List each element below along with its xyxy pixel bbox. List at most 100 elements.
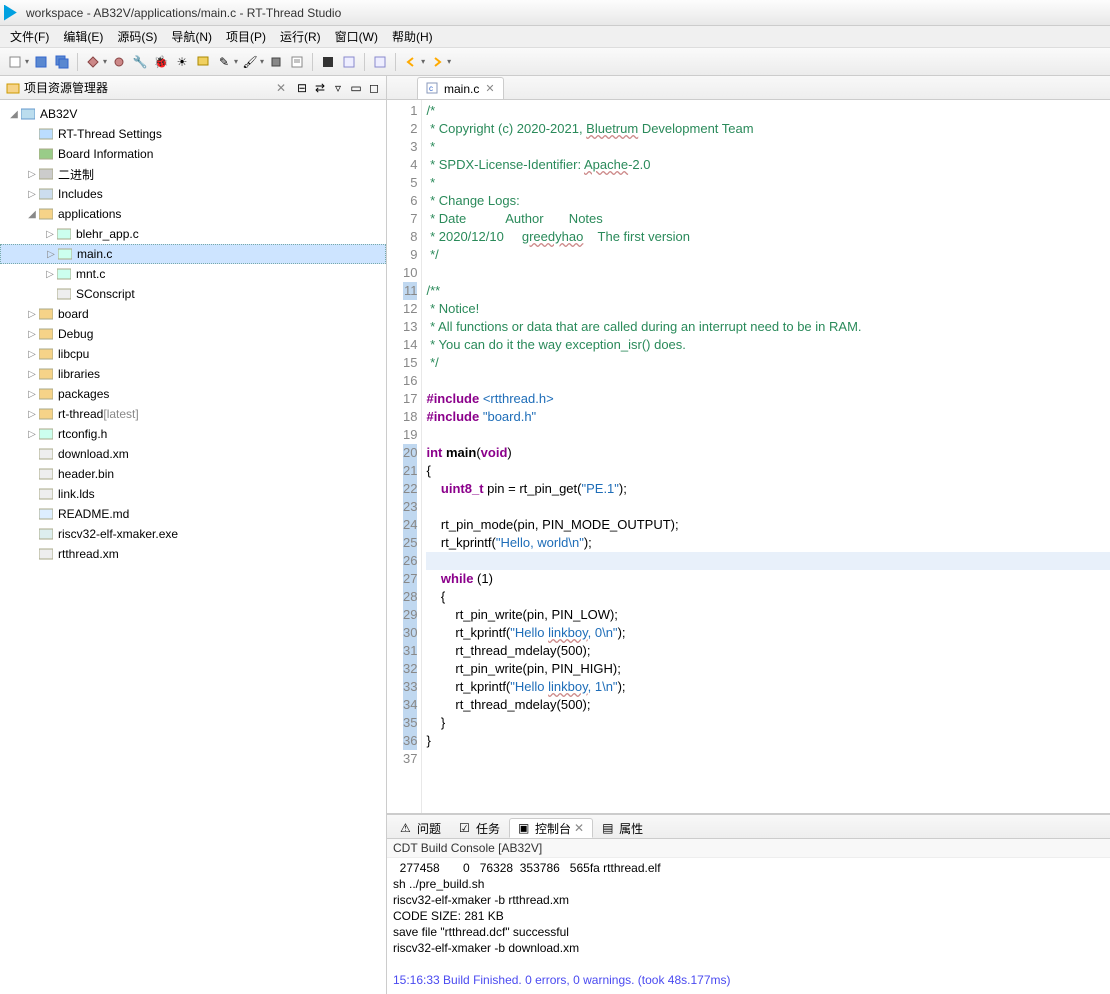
code-line-7[interactable]: * Date Author Notes [426, 210, 1110, 228]
code-line-17[interactable]: #include <rtthread.h> [426, 390, 1110, 408]
code-line-8[interactable]: * 2020/12/10 greedyhao The first version [426, 228, 1110, 246]
tree-item-mnt-c[interactable]: ▷mnt.c [0, 264, 386, 284]
tree-item-rtconfig-h[interactable]: ▷rtconfig.h [0, 424, 386, 444]
menu-0[interactable]: 文件(F) [4, 26, 55, 47]
tree-item-riscv32-elf-xmaker-exe[interactable]: riscv32-elf-xmaker.exe [0, 524, 386, 544]
chip-button[interactable] [267, 53, 285, 71]
tree-item-rt-thread[interactable]: ▷rt-thread [latest] [0, 404, 386, 424]
tree-item-packages[interactable]: ▷packages [0, 384, 386, 404]
collapse-all-icon[interactable]: ⊟ [294, 80, 310, 96]
tree-item--[interactable]: ▷二进制 [0, 164, 386, 184]
wrench-button[interactable]: 🔧 [131, 53, 149, 71]
debug-button[interactable]: 🐞 [152, 53, 170, 71]
link-editor-icon[interactable]: ⇄ [312, 80, 328, 96]
view-menu-icon[interactable]: ▿ [330, 80, 346, 96]
code-line-12[interactable]: * Notice! [426, 300, 1110, 318]
code-line-24[interactable]: rt_pin_mode(pin, PIN_MODE_OUTPUT); [426, 516, 1110, 534]
tree-item-readme-md[interactable]: README.md [0, 504, 386, 524]
config-button[interactable] [110, 53, 128, 71]
code-line-3[interactable]: * [426, 138, 1110, 156]
menu-4[interactable]: 项目(P) [220, 26, 272, 47]
code-line-14[interactable]: * You can do it the way exception_isr() … [426, 336, 1110, 354]
tree-item-debug[interactable]: ▷Debug [0, 324, 386, 344]
clean-button[interactable]: ✎ [215, 53, 233, 71]
close-icon[interactable]: ✕ [485, 82, 494, 95]
list-button[interactable] [288, 53, 306, 71]
tree-item-download-xm[interactable]: download.xm [0, 444, 386, 464]
code-line-10[interactable] [426, 264, 1110, 282]
forward-button[interactable] [428, 53, 446, 71]
code-body[interactable]: /* * Copyright (c) 2020-2021, Bluetrum D… [422, 100, 1110, 813]
tree-item-header-bin[interactable]: header.bin [0, 464, 386, 484]
code-line-1[interactable]: /* [426, 102, 1110, 120]
tree-item-link-lds[interactable]: link.lds [0, 484, 386, 504]
brush-button[interactable]: 🖌 [241, 53, 259, 71]
code-line-31[interactable]: rt_thread_mdelay(500); [426, 642, 1110, 660]
project-tree[interactable]: ◢AB32VRT-Thread SettingsBoard Informatio… [0, 100, 386, 994]
tree-item-rtthread-xm[interactable]: rtthread.xm [0, 544, 386, 564]
code-line-21[interactable]: { [426, 462, 1110, 480]
menu-1[interactable]: 编辑(E) [57, 26, 109, 47]
code-line-4[interactable]: * SPDX-License-Identifier: Apache-2.0 [426, 156, 1110, 174]
minimize-icon[interactable]: ▭ [348, 80, 364, 96]
code-line-28[interactable]: { [426, 588, 1110, 606]
code-line-36[interactable]: } [426, 732, 1110, 750]
bottom-tab-task[interactable]: ☑任务 [450, 818, 509, 838]
code-line-29[interactable]: rt_pin_write(pin, PIN_LOW); [426, 606, 1110, 624]
tab-main-c[interactable]: c main.c ✕ [417, 77, 504, 99]
tree-item-rt-thread-settings[interactable]: RT-Thread Settings [0, 124, 386, 144]
code-line-26[interactable] [426, 552, 1110, 570]
code-line-6[interactable]: * Change Logs: [426, 192, 1110, 210]
tree-root[interactable]: ◢AB32V [0, 104, 386, 124]
tree-item-board[interactable]: ▷board [0, 304, 386, 324]
bottom-tab-console[interactable]: ▣控制台 ✕ [509, 818, 593, 838]
console-output[interactable]: 277458 0 76328 353786 565fa rtthread.elf… [387, 858, 1110, 994]
tree-item-libcpu[interactable]: ▷libcpu [0, 344, 386, 364]
code-line-16[interactable] [426, 372, 1110, 390]
sun-button[interactable]: ☀ [173, 53, 191, 71]
bottom-tab-prop[interactable]: ▤属性 [593, 818, 652, 838]
code-line-25[interactable]: rt_kprintf("Hello, world\n"); [426, 534, 1110, 552]
save-button[interactable] [32, 53, 50, 71]
bottom-tab-warn[interactable]: ⚠问题 [391, 818, 450, 838]
menu-5[interactable]: 运行(R) [274, 26, 327, 47]
save-all-button[interactable] [53, 53, 71, 71]
code-line-23[interactable] [426, 498, 1110, 516]
code-line-13[interactable]: * All functions or data that are called … [426, 318, 1110, 336]
code-line-22[interactable]: uint8_t pin = rt_pin_get("PE.1"); [426, 480, 1110, 498]
code-line-34[interactable]: rt_thread_mdelay(500); [426, 696, 1110, 714]
tree-item-libraries[interactable]: ▷libraries [0, 364, 386, 384]
collapse-button[interactable] [371, 53, 389, 71]
download-button[interactable] [194, 53, 212, 71]
code-line-15[interactable]: */ [426, 354, 1110, 372]
new-button[interactable] [6, 53, 24, 71]
code-line-18[interactable]: #include "board.h" [426, 408, 1110, 426]
explorer-close-tab[interactable]: ✕ [276, 81, 286, 95]
menu-2[interactable]: 源码(S) [111, 26, 163, 47]
menu-3[interactable]: 导航(N) [165, 26, 218, 47]
code-line-5[interactable]: * [426, 174, 1110, 192]
tree-item-sconscript[interactable]: SConscript [0, 284, 386, 304]
maximize-icon[interactable]: ◻ [366, 80, 382, 96]
code-line-30[interactable]: rt_kprintf("Hello linkboy, 0\n"); [426, 624, 1110, 642]
code-line-11[interactable]: /** [426, 282, 1110, 300]
code-line-20[interactable]: int main(void) [426, 444, 1110, 462]
code-line-9[interactable]: */ [426, 246, 1110, 264]
tree-item-main-c[interactable]: ▷main.c [0, 244, 386, 264]
code-editor[interactable]: 1234567891011121314151617181920212223242… [387, 100, 1110, 813]
code-line-2[interactable]: * Copyright (c) 2020-2021, Bluetrum Deve… [426, 120, 1110, 138]
build-button[interactable] [84, 53, 102, 71]
terminal-button[interactable] [319, 53, 337, 71]
code-line-32[interactable]: rt_pin_write(pin, PIN_HIGH); [426, 660, 1110, 678]
tree-item-includes[interactable]: ▷Includes [0, 184, 386, 204]
code-line-19[interactable] [426, 426, 1110, 444]
tree-item-board-information[interactable]: Board Information [0, 144, 386, 164]
tree-item-applications[interactable]: ◢applications [0, 204, 386, 224]
tree-item-blehr-app-c[interactable]: ▷blehr_app.c [0, 224, 386, 244]
menu-7[interactable]: 帮助(H) [386, 26, 439, 47]
code-line-27[interactable]: while (1) [426, 570, 1110, 588]
code-line-33[interactable]: rt_kprintf("Hello linkboy, 1\n"); [426, 678, 1110, 696]
menu-6[interactable]: 窗口(W) [329, 26, 384, 47]
index-button[interactable] [340, 53, 358, 71]
close-icon[interactable]: ✕ [574, 821, 584, 835]
